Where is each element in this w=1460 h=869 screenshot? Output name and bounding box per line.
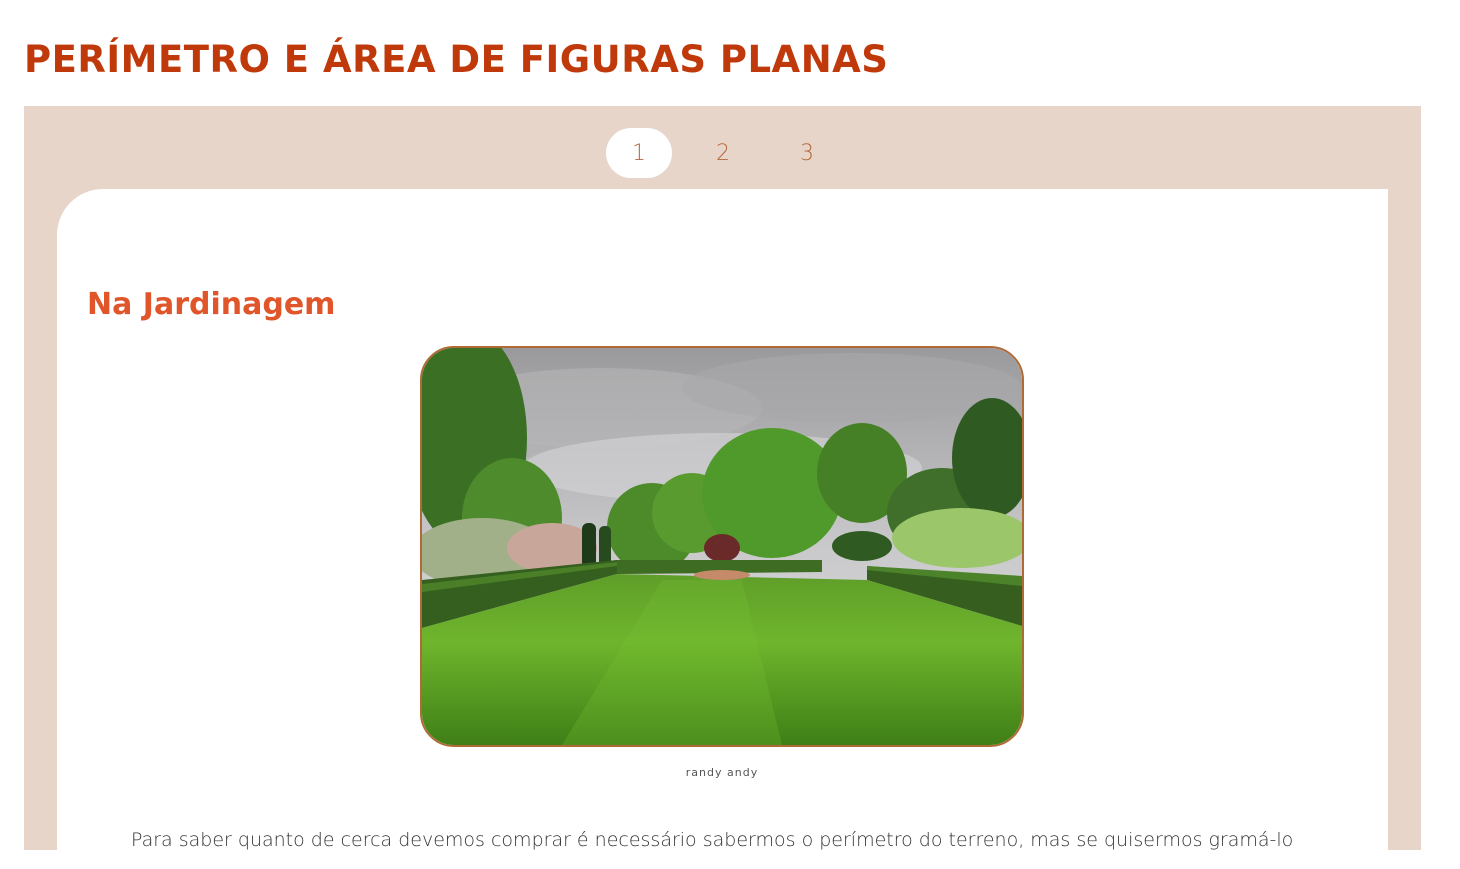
page-title: PERÍMETRO E ÁREA DE FIGURAS PLANAS (24, 38, 889, 81)
pagination: 1 2 3 (606, 128, 840, 178)
content-card: Na Jardinagem randy andy Para saber quan… (57, 189, 1388, 869)
page-button-2[interactable]: 2 (690, 128, 756, 178)
body-paragraph: Para saber quanto de cerca devemos compr… (131, 829, 1294, 851)
content-panel: 1 2 3 Na Jardinagem randy andy Para sabe… (24, 106, 1421, 869)
page-button-3[interactable]: 3 (774, 128, 840, 178)
garden-lawn-photo (420, 346, 1024, 747)
page-button-1[interactable]: 1 (606, 128, 672, 178)
image-caption: randy andy (685, 766, 759, 779)
section-title: Na Jardinagem (87, 287, 336, 322)
